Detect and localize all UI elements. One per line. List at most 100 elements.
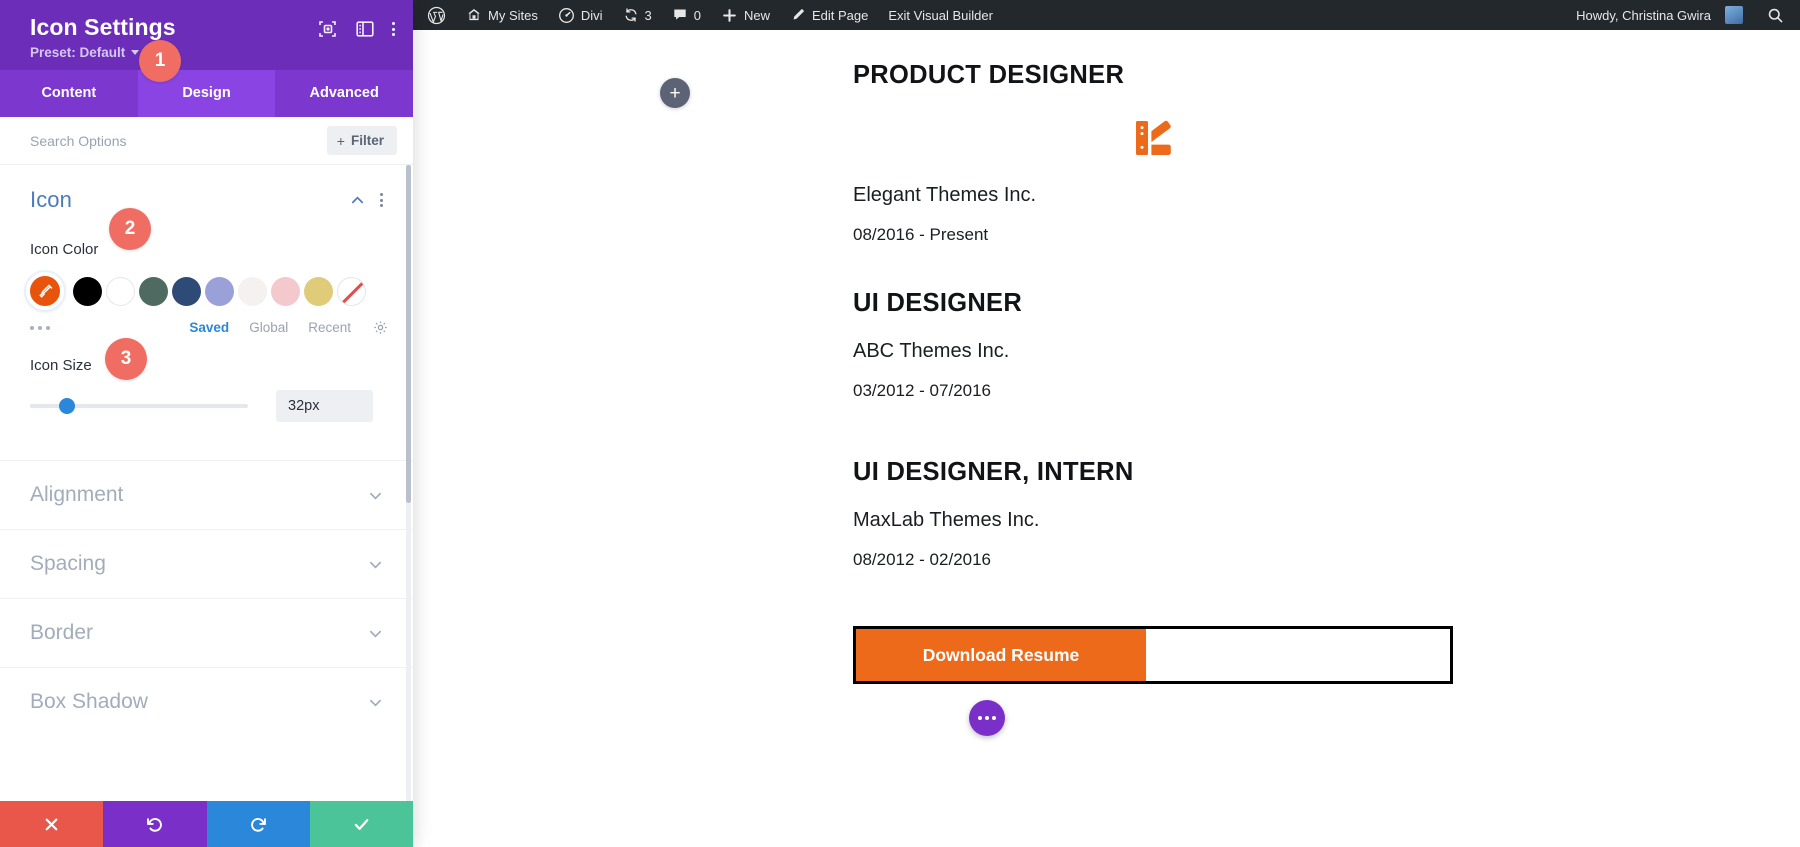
section-options-kebab-icon[interactable] <box>380 193 383 208</box>
panel-title: Icon Settings <box>30 14 176 40</box>
swatch-navy[interactable] <box>172 276 201 306</box>
panel-scroll-area: Icon Icon Color Saved Global Recent Icon… <box>0 165 413 801</box>
admin-bar-my-sites-label: My Sites <box>488 7 538 23</box>
gear-icon[interactable] <box>373 320 388 335</box>
panel-tabs: Content Design Advanced <box>0 70 413 118</box>
search-icon <box>1768 8 1783 22</box>
filter-button[interactable]: + Filter <box>326 126 397 156</box>
swatch-pink[interactable] <box>271 276 300 306</box>
howdy-label: Howdy, Christina Gwira <box>1576 7 1711 23</box>
section-icon-header[interactable]: Icon <box>0 165 413 219</box>
admin-bar-edit-page-label: Edit Page <box>812 7 869 23</box>
chevron-down-icon <box>368 695 383 710</box>
undo-arrow-icon <box>147 817 163 832</box>
plus-icon <box>721 7 738 24</box>
step-badge-1: 1 <box>139 40 181 82</box>
palette-tab-saved[interactable]: Saved <box>189 320 229 335</box>
admin-bar-account[interactable]: Howdy, Christina Gwira <box>1562 0 1753 30</box>
undo-button[interactable] <box>103 801 207 847</box>
job-dates: 03/2012 - 07/2016 <box>853 380 992 400</box>
download-resume-module: Download Resume <box>853 626 1453 684</box>
section-border-title: Border <box>30 621 94 645</box>
admin-bar-updates-count: 3 <box>644 7 652 23</box>
job-title: UI DESIGNER <box>853 289 1023 317</box>
cancel-changes-button[interactable] <box>0 801 104 847</box>
search-options-input[interactable] <box>30 132 260 149</box>
pencil-edit-icon <box>790 7 806 23</box>
redo-button[interactable] <box>206 801 310 847</box>
comment-bubble-icon <box>672 7 688 23</box>
swatch-periwinkle[interactable] <box>205 276 234 306</box>
admin-bar-search-button[interactable] <box>1753 7 1800 24</box>
more-colors-icon[interactable] <box>30 325 50 330</box>
kebab-menu-icon[interactable] <box>392 22 395 36</box>
add-section-button[interactable]: + <box>660 78 690 108</box>
admin-bar-wordpress-logo[interactable] <box>413 0 456 30</box>
panel-header-icons <box>318 14 395 39</box>
icon-size-slider-track[interactable] <box>30 398 248 415</box>
icon-color-swatch-row <box>0 258 413 311</box>
job-dates: 08/2016 - Present <box>853 224 989 244</box>
admin-bar-edit-page[interactable]: Edit Page <box>780 0 878 30</box>
icon-size-label: Icon Size <box>30 357 92 375</box>
swatch-no-color[interactable] <box>337 276 366 306</box>
admin-bar-my-sites[interactable]: My Sites <box>456 0 548 30</box>
section-box-shadow[interactable]: Box Shadow <box>0 667 413 736</box>
icon-size-control <box>0 374 413 423</box>
section-border[interactable]: Border <box>0 598 413 667</box>
download-resume-button[interactable]: Download Resume <box>856 629 1146 681</box>
tab-content[interactable]: Content <box>0 70 138 117</box>
admin-bar-divi-label: Divi <box>580 7 603 23</box>
avatar <box>1725 6 1743 24</box>
admin-bar-comments-count: 0 <box>693 7 701 23</box>
visual-builder-canvas: + PRODUCT DESIGNER Elegant Themes Inc. 0… <box>413 30 1800 847</box>
module-settings-ellipsis-button[interactable] <box>969 700 1005 736</box>
divi-gauge-icon <box>558 7 575 24</box>
swatch-gold[interactable] <box>304 276 333 306</box>
job-dates: 08/2012 - 02/2016 <box>853 549 992 569</box>
preset-selector[interactable]: Preset: Default <box>30 45 395 60</box>
palette-tab-recent[interactable]: Recent <box>308 320 351 335</box>
save-changes-button[interactable] <box>309 801 413 847</box>
chevron-down-icon <box>368 557 383 572</box>
section-alignment[interactable]: Alignment <box>0 460 413 529</box>
step-badge-3: 3 <box>105 338 147 380</box>
chevron-down-icon <box>368 488 383 503</box>
swatch-green-slate[interactable] <box>139 276 168 306</box>
scrollbar-thumb[interactable] <box>406 165 411 504</box>
swatch-off-white[interactable] <box>238 276 267 306</box>
preset-label: Preset: Default <box>30 45 126 61</box>
focus-frame-icon[interactable] <box>318 19 338 39</box>
palette-tab-global[interactable]: Global <box>249 320 288 335</box>
section-alignment-title: Alignment <box>30 483 124 507</box>
section-spacing[interactable]: Spacing <box>0 529 413 598</box>
job-company: ABC Themes Inc. <box>853 339 1010 362</box>
tab-advanced[interactable]: Advanced <box>275 70 413 117</box>
icon-color-label: Icon Color <box>30 241 99 259</box>
admin-bar-new-label: New <box>743 7 770 23</box>
admin-bar-exit-visual-builder-label: Exit Visual Builder <box>888 7 993 23</box>
color-picker-eyedropper-button[interactable] <box>26 272 64 311</box>
palette-icon-wrapper[interactable] <box>853 118 1453 158</box>
icon-size-slider-knob[interactable] <box>59 398 76 415</box>
filter-button-label: Filter <box>350 133 384 149</box>
admin-bar-updates[interactable]: 3 <box>613 0 662 30</box>
resume-entry-1: PRODUCT DESIGNER Elegant Themes Inc. 08/… <box>853 60 1453 245</box>
admin-bar-comments[interactable]: 0 <box>662 0 711 30</box>
chevron-down-icon <box>131 50 140 56</box>
palette-meta-row: Saved Global Recent <box>0 310 413 335</box>
swatch-black[interactable] <box>73 276 102 306</box>
section-box-shadow-title: Box Shadow <box>30 690 148 714</box>
admin-bar-exit-visual-builder[interactable]: Exit Visual Builder <box>878 0 1003 30</box>
admin-bar-divi[interactable]: Divi <box>548 0 613 30</box>
wordpress-admin-bar: My Sites Divi 3 0 New Edit Page Exit Vis… <box>413 0 1800 30</box>
icon-size-value-input[interactable] <box>276 390 373 423</box>
home-multisite-icon <box>466 7 482 23</box>
admin-bar-new[interactable]: New <box>711 0 780 30</box>
layout-panel-icon[interactable] <box>355 19 375 39</box>
chevron-up-icon[interactable] <box>350 193 365 208</box>
download-module-empty-area <box>1146 629 1450 681</box>
swatch-white[interactable] <box>106 276 135 306</box>
wordpress-logo-icon <box>427 6 446 25</box>
job-title: UI DESIGNER, INTERN <box>853 458 1134 486</box>
